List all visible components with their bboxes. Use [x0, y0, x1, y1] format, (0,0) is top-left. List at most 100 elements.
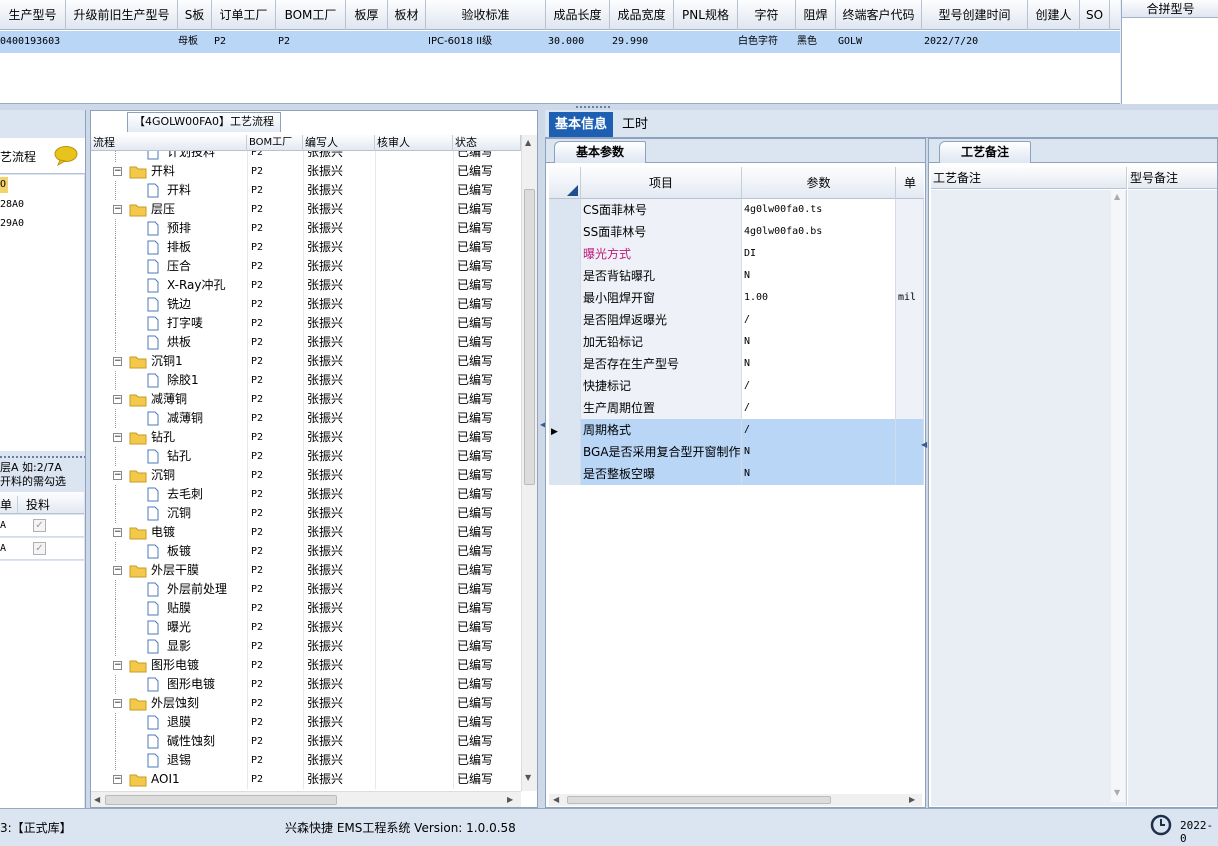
row-selector-header[interactable] [549, 167, 581, 199]
param-value[interactable]: / [742, 375, 896, 397]
tree-row[interactable]: − 外层蚀刻 P2 张振兴 已编写 [91, 694, 521, 713]
collapse-toggle-icon[interactable]: − [113, 661, 122, 670]
scroll-right-icon[interactable]: ▶ [507, 795, 513, 804]
tree-row[interactable]: 钻孔 P2 张振兴 已编写 [91, 447, 521, 466]
param-value[interactable]: / [742, 309, 896, 331]
row-selector[interactable] [549, 375, 581, 397]
row-selector[interactable] [549, 397, 581, 419]
tab-process-remark[interactable]: 工艺备注 [939, 141, 1031, 163]
tab-basic-params[interactable]: 基本参数 [554, 141, 646, 163]
tree-row[interactable]: 开料 P2 张振兴 已编写 [91, 181, 521, 200]
collapse-arrow-icon[interactable]: ◀ [921, 440, 927, 449]
param-row[interactable]: 是否背钻曝孔 N [549, 265, 924, 287]
feed-checkbox[interactable]: ✓ [33, 519, 46, 532]
col-header-char[interactable]: 字符 [738, 0, 796, 30]
collapse-toggle-icon[interactable]: − [113, 699, 122, 708]
collapse-toggle-icon[interactable]: − [113, 528, 122, 537]
col-header-creator[interactable]: 创建人 [1028, 0, 1080, 30]
row-selector[interactable] [549, 353, 581, 375]
table-row[interactable]: 0400193603 母板 P2 P2 IPC-6018 II级 30.000 … [0, 31, 1120, 53]
tree-row[interactable]: 排板 P2 张振兴 已编写 [91, 238, 521, 257]
col-header-model[interactable]: 生产型号 [0, 0, 66, 30]
collapse-toggle-icon[interactable]: − [113, 433, 122, 442]
param-row[interactable]: BGA是否采用复合型开窗制作 N [549, 441, 924, 463]
col-header-old-model[interactable]: 升级前旧生产型号 [66, 0, 178, 30]
param-row[interactable]: 最小阻焊开窗 1.00 mil [549, 287, 924, 309]
param-value[interactable]: N [742, 463, 896, 485]
col-header-bom-factory[interactable]: BOM工厂 [276, 0, 346, 30]
collapse-toggle-icon[interactable]: − [113, 167, 122, 176]
tree-vscrollbar[interactable]: ▲ ▼ [521, 135, 537, 791]
row-selector[interactable] [549, 243, 581, 265]
remark-vscrollbar[interactable]: ▲ ▼ [1111, 190, 1125, 802]
row-selector[interactable] [549, 331, 581, 353]
scroll-right-icon[interactable]: ▶ [909, 795, 915, 804]
param-row[interactable]: 加无铅标记 N [549, 331, 924, 353]
col-header-model-remark[interactable]: 型号备注 [1128, 167, 1217, 189]
scroll-left-icon[interactable]: ◀ [553, 795, 559, 804]
col-header-thickness[interactable]: 板厚 [346, 0, 388, 30]
param-row[interactable]: CS面菲林号 4g0lw00fa0.ts [549, 199, 924, 221]
splitter-grip-icon[interactable] [576, 106, 610, 109]
col-header-customer[interactable]: 终端客户代码 [836, 0, 922, 30]
tree-row[interactable]: − 减薄铜 P2 张振兴 已编写 [91, 390, 521, 409]
col-header-so[interactable]: SO [1080, 0, 1110, 30]
col-header-value[interactable]: 参数 [742, 167, 896, 199]
param-value[interactable]: 4g0lw00fa0.bs [742, 221, 896, 243]
param-row[interactable]: 快捷标记 / [549, 375, 924, 397]
tree-row[interactable]: 曝光 P2 张振兴 已编写 [91, 618, 521, 637]
tree-row[interactable]: − AOI1 P2 张振兴 已编写 [91, 770, 521, 789]
tree-row[interactable]: 压合 P2 张振兴 已编写 [91, 257, 521, 276]
tree-row[interactable]: 预排 P2 张振兴 已编写 [91, 219, 521, 238]
tree-row[interactable]: 除胶1 P2 张振兴 已编写 [91, 371, 521, 390]
tree-row[interactable]: 减薄铜 P2 张振兴 已编写 [91, 409, 521, 428]
param-value[interactable]: N [742, 331, 896, 353]
param-value[interactable]: N [742, 441, 896, 463]
scroll-up-icon[interactable]: ▲ [1114, 192, 1120, 201]
tree-hscrollbar[interactable]: ◀ ▶ [91, 791, 521, 807]
tree-row[interactable]: 烘板 P2 张振兴 已编写 [91, 333, 521, 352]
tree-row[interactable]: 计划投料 P2 张振兴 已编写 [91, 151, 521, 162]
tree-row[interactable]: − 沉铜1 P2 张振兴 已编写 [91, 352, 521, 371]
tree-row[interactable]: − 电镀 P2 张振兴 已编写 [91, 523, 521, 542]
param-row[interactable]: SS面菲林号 4g0lw00fa0.bs [549, 221, 924, 243]
col-header-solder[interactable]: 阻焊 [796, 0, 836, 30]
row-selector[interactable] [549, 309, 581, 331]
tree-row[interactable]: X-Ray冲孔 P2 张振兴 已编写 [91, 276, 521, 295]
tree-row[interactable]: − 层压 P2 张振兴 已编写 [91, 200, 521, 219]
tree-row[interactable]: 图形电镀 P2 张振兴 已编写 [91, 675, 521, 694]
col-header-pnl[interactable]: PNL规格 [674, 0, 738, 30]
feed-checkbox[interactable]: ✓ [33, 542, 46, 555]
param-value[interactable]: N [742, 353, 896, 375]
scroll-left-icon[interactable]: ◀ [94, 795, 100, 804]
param-row[interactable]: 是否阻焊返曝光 / [549, 309, 924, 331]
tree-row[interactable]: 外层前处理 P2 张振兴 已编写 [91, 580, 521, 599]
col-header-material[interactable]: 板材 [388, 0, 426, 30]
param-row[interactable]: 生产周期位置 / [549, 397, 924, 419]
tree-row[interactable]: 贴膜 P2 张振兴 已编写 [91, 599, 521, 618]
merge-model-header[interactable]: 合拼型号 [1122, 0, 1218, 18]
col-header-unit[interactable]: 单 [896, 167, 924, 199]
tree-row[interactable]: 沉铜 P2 张振兴 已编写 [91, 504, 521, 523]
row-selector[interactable] [549, 463, 581, 485]
param-value[interactable]: 4g0lw00fa0.ts [742, 199, 896, 221]
tree-row[interactable]: 板镀 P2 张振兴 已编写 [91, 542, 521, 561]
scroll-down-icon[interactable]: ▼ [1114, 788, 1120, 797]
col-header-writer[interactable]: 编写人 [303, 135, 375, 151]
scroll-thumb[interactable] [567, 796, 831, 804]
list-item[interactable]: 29A0 [0, 216, 24, 232]
tree-row[interactable]: 显影 P2 张振兴 已编写 [91, 637, 521, 656]
col-header-reviewer[interactable]: 核审人 [375, 135, 453, 151]
tree-row[interactable]: 铣边 P2 张振兴 已编写 [91, 295, 521, 314]
col-header-flow[interactable]: 流程 [91, 135, 247, 151]
tree-row[interactable]: 去毛刺 P2 张振兴 已编写 [91, 485, 521, 504]
tree-row[interactable]: 退锡 P2 张振兴 已编写 [91, 751, 521, 770]
param-row[interactable]: ▶ 周期格式 / [549, 419, 924, 441]
col-header-process-remark[interactable]: 工艺备注 [931, 167, 1127, 189]
row-selector[interactable] [549, 265, 581, 287]
col-header-status[interactable]: 状态 [453, 135, 521, 151]
param-row[interactable]: 曝光方式 DI [549, 243, 924, 265]
col-header-bom[interactable]: BOM工厂 [247, 135, 303, 151]
scroll-down-icon[interactable]: ▼ [525, 773, 531, 782]
collapse-toggle-icon[interactable]: − [113, 471, 122, 480]
